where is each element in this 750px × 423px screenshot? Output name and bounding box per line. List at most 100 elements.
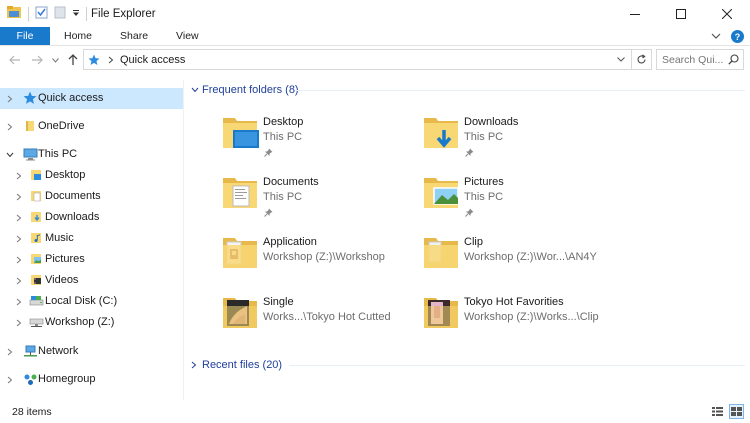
arrow-left-icon [9,55,20,65]
sidebar-item-onedrive[interactable]: OneDrive [0,116,183,137]
folder-location: Workshop (Z:)\Workshop [263,251,385,263]
pin-icon[interactable] [264,148,274,158]
chevron-down-icon [51,57,59,63]
sidebar-item-pictures[interactable]: Pictures [0,249,183,270]
computer-icon [22,146,38,162]
tab-file[interactable]: File [0,27,50,45]
large-icons-view-button[interactable] [729,404,744,419]
search-input[interactable] [662,53,724,66]
folder-location: Workshop (Z:)\Works...\Clip [464,311,599,323]
expand-arrow-icon[interactable] [5,116,15,137]
expand-arrow-icon[interactable] [14,249,24,270]
sidebar-item-label: Pictures [45,253,85,265]
close-icon [722,8,732,19]
downloads-folder-icon [422,114,462,158]
minimize-button[interactable] [612,0,658,27]
pin-icon[interactable] [465,208,475,218]
music-folder-icon [28,230,44,246]
arrow-up-icon [68,54,78,65]
expand-arrow-icon[interactable] [14,312,24,333]
breadcrumb[interactable]: Quick access [120,54,185,66]
tab-share[interactable]: Share [106,27,162,45]
folder-location: Workshop (Z:)\Wor...\AN4Y [464,251,597,263]
address-history-button[interactable] [613,50,629,69]
folder-name: Downloads [464,116,519,128]
up-button[interactable] [62,49,84,71]
address-bar[interactable]: Quick access [83,49,652,70]
folder-tile-documents[interactable]: Documents This PC [221,174,421,230]
tab-home[interactable]: Home [50,27,106,45]
view-switcher [710,404,744,419]
refresh-icon [637,54,646,64]
folder-tile-single[interactable]: Single Works...\Tokyo Hot Cutted [221,294,421,350]
help-icon[interactable]: ? [731,30,744,43]
pin-icon[interactable] [264,208,274,218]
expand-arrow-icon[interactable] [14,165,24,186]
folder-thumbnail-icon [422,294,462,338]
folder-location: Works...\Tokyo Hot Cutted [263,311,391,323]
sidebar-item-homegroup[interactable]: Homegroup [0,369,183,390]
expand-arrow-icon[interactable] [5,88,15,109]
folder-icon [422,234,462,278]
new-folder-icon[interactable] [54,6,66,22]
properties-icon[interactable] [35,6,48,22]
folder-tile-downloads[interactable]: Downloads This PC [422,114,622,170]
customize-toolbar-icon[interactable] [72,8,80,20]
expand-arrow-icon[interactable] [14,186,24,207]
refresh-button[interactable] [631,50,651,69]
pictures-folder-icon [28,251,44,267]
star-icon [88,54,100,66]
collapse-arrow-icon[interactable] [5,144,15,165]
sidebar-item-workshop-drive[interactable]: Workshop (Z:) [0,312,183,333]
expand-arrow-icon[interactable] [14,207,24,228]
sidebar-item-quick-access[interactable]: Quick access [0,88,183,109]
frequent-folders-header[interactable]: Frequent folders (8) [191,81,299,99]
sidebar-item-documents[interactable]: Documents [0,186,183,207]
sidebar-item-label: Network [38,345,79,357]
sidebar-item-local-disk[interactable]: Local Disk (C:) [0,291,183,312]
sidebar-item-music[interactable]: Music [0,228,183,249]
folder-name: Application [263,236,317,248]
close-button[interactable] [704,0,750,27]
chevron-down-icon [617,57,625,62]
sidebar-item-network[interactable]: Network [0,341,183,362]
expand-arrow-icon[interactable] [5,369,15,390]
sidebar-item-label: Homegroup [38,373,96,385]
large-icons-view-icon [731,407,742,416]
sidebar-item-label: Documents [45,190,101,202]
search-icon[interactable] [728,54,739,68]
item-count: 28 items [12,406,52,418]
recent-files-header[interactable]: Recent files (20) [191,356,282,374]
details-view-icon [712,407,723,416]
expand-ribbon-button[interactable] [711,31,721,43]
folder-name: Documents [263,176,319,188]
details-view-button[interactable] [710,404,725,419]
expand-arrow-icon [191,361,201,369]
folder-tile-desktop[interactable]: Desktop This PC [221,114,421,170]
folder-tile-tokyo-hot-favorities[interactable]: Tokyo Hot Favorities Workshop (Z:)\Works… [422,294,622,350]
sidebar-item-videos[interactable]: Videos [0,270,183,291]
search-box[interactable] [656,49,744,70]
pin-icon[interactable] [465,148,475,158]
expand-arrow-icon[interactable] [14,228,24,249]
expand-arrow-icon[interactable] [5,341,15,362]
folder-tile-pictures[interactable]: Pictures This PC [422,174,622,230]
sidebar-item-desktop[interactable]: Desktop [0,165,183,186]
folder-tile-application[interactable]: Application Workshop (Z:)\Workshop [221,234,421,290]
maximize-button[interactable] [658,0,704,27]
recent-locations-button[interactable] [48,49,62,71]
expand-arrow-icon[interactable] [14,291,24,312]
forward-button[interactable] [26,49,48,71]
folder-app-icon [6,5,22,22]
back-button[interactable] [4,49,26,71]
folder-tile-clip[interactable]: Clip Workshop (Z:)\Wor...\AN4Y [422,234,622,290]
sidebar-item-this-pc[interactable]: This PC [0,144,183,165]
expand-arrow-icon[interactable] [14,270,24,291]
status-bar: 28 items [0,401,750,423]
folder-name: Single [263,296,294,308]
star-icon [22,90,38,106]
sidebar-item-label: Local Disk (C:) [45,295,118,307]
tab-view[interactable]: View [162,27,213,45]
sidebar-item-downloads[interactable]: Downloads [0,207,183,228]
folder-name: Desktop [263,116,304,128]
